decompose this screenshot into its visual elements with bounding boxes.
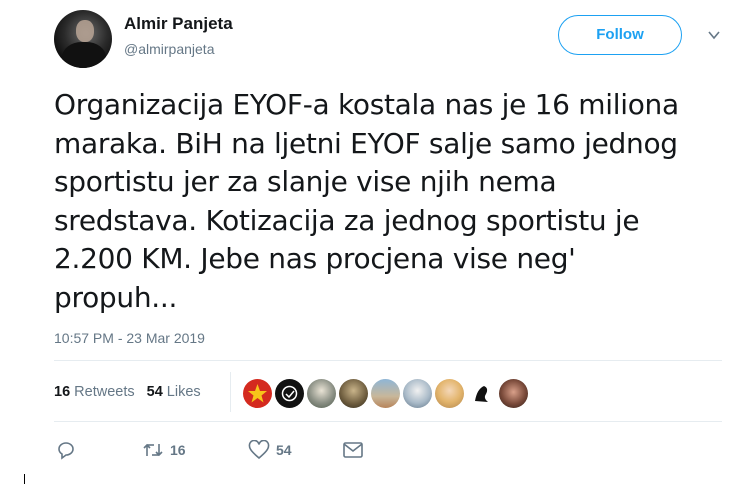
like-count: 54 bbox=[276, 442, 292, 458]
liker-avatar[interactable] bbox=[403, 379, 432, 408]
liker-avatar[interactable] bbox=[339, 379, 368, 408]
reply-icon bbox=[58, 442, 74, 460]
retweets-stat[interactable]: 16 Retweets bbox=[54, 384, 135, 400]
heart-icon bbox=[248, 440, 270, 460]
author-avatar[interactable] bbox=[54, 10, 112, 68]
engagement-stats: 16 Retweets 54 Likes bbox=[54, 384, 201, 400]
stats-separator bbox=[230, 372, 231, 412]
like-button[interactable]: 54 bbox=[248, 440, 342, 460]
divider-bottom bbox=[54, 421, 722, 422]
liker-avatar[interactable] bbox=[243, 379, 272, 408]
follow-button[interactable]: Follow bbox=[558, 15, 682, 55]
chevron-down-icon[interactable] bbox=[707, 28, 721, 42]
tweet-timestamp[interactable]: 10:57 PM - 23 Mar 2019 bbox=[54, 330, 205, 346]
author-handle[interactable]: @almirpanjeta bbox=[124, 41, 214, 57]
likes-count: 54 bbox=[146, 384, 163, 400]
liker-avatar[interactable] bbox=[307, 379, 336, 408]
divider-top bbox=[54, 360, 722, 361]
likes-stat[interactable]: 54 Likes bbox=[147, 384, 201, 400]
retweets-count: 16 bbox=[54, 384, 71, 400]
author-name[interactable]: Almir Panjeta bbox=[124, 14, 233, 34]
tweet-actions: 16 54 bbox=[56, 440, 364, 460]
retweet-icon bbox=[143, 443, 163, 457]
liker-avatar[interactable] bbox=[499, 379, 528, 408]
liker-avatar[interactable] bbox=[371, 379, 400, 408]
retweet-count: 16 bbox=[170, 442, 186, 458]
likes-label: Likes bbox=[166, 384, 201, 400]
reply-button[interactable] bbox=[56, 440, 142, 460]
avatar-face bbox=[76, 20, 94, 42]
retweet-button[interactable]: 16 bbox=[142, 440, 248, 460]
tweet-text: Organizacija EYOF-a kostala nas je 16 mi… bbox=[54, 88, 679, 314]
direct-message-button[interactable] bbox=[342, 441, 364, 459]
likers-avatars bbox=[243, 379, 528, 408]
liker-avatar[interactable] bbox=[435, 379, 464, 408]
avatar-body bbox=[62, 42, 106, 68]
liker-avatar[interactable] bbox=[467, 379, 496, 408]
envelope-icon bbox=[343, 442, 363, 458]
liker-avatar[interactable] bbox=[275, 379, 304, 408]
retweets-label: Retweets bbox=[74, 384, 135, 400]
edge-mark bbox=[24, 474, 25, 484]
